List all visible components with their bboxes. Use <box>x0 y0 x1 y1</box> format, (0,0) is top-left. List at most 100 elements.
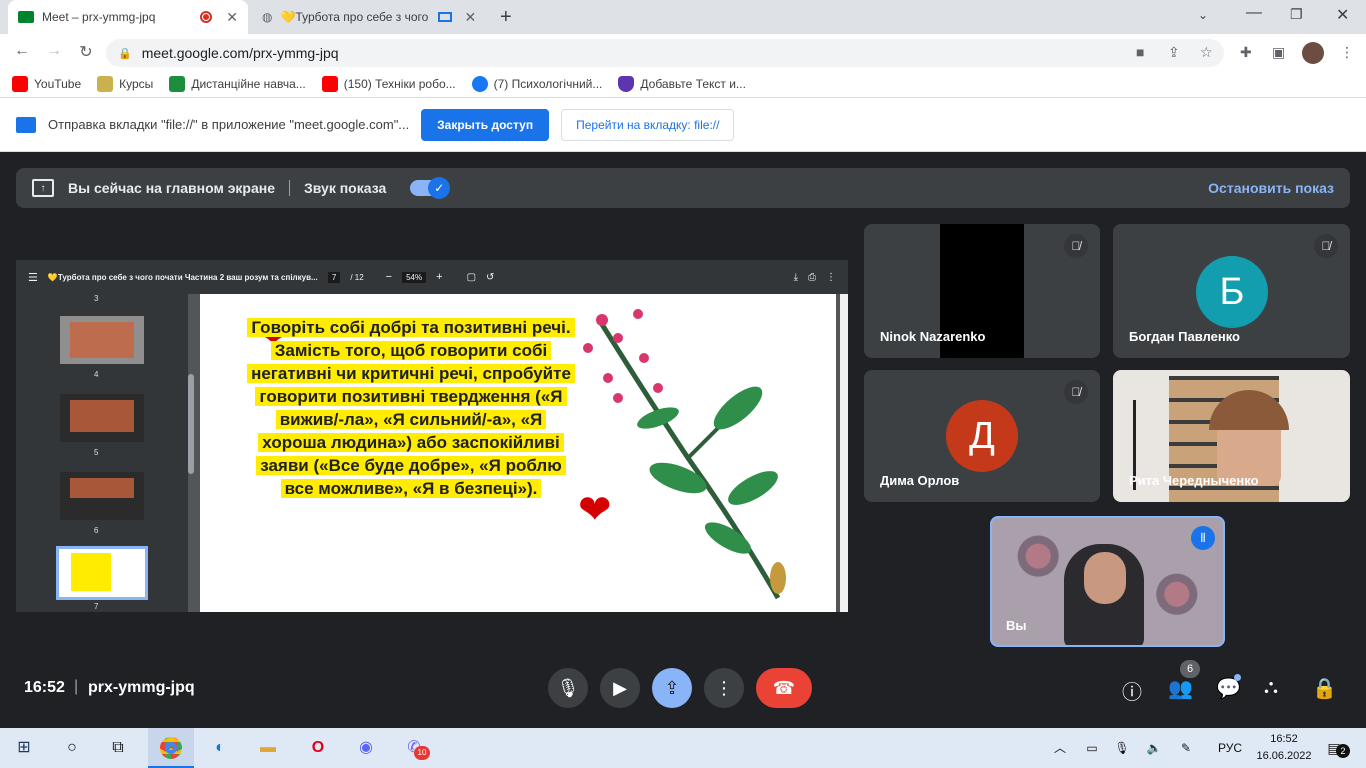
share-icon[interactable]: ⇪ <box>1168 44 1180 61</box>
zoom-in-icon[interactable]: + <box>436 271 442 283</box>
activities-icon[interactable]: ⛬ <box>1264 676 1278 699</box>
pen-icon[interactable]: ✎ <box>1174 736 1198 760</box>
check-icon: ✓ <box>428 177 451 199</box>
stop-presenting-button[interactable]: Остановить показ <box>1208 180 1334 196</box>
restore-button[interactable]: ❐ <box>1290 6 1303 23</box>
download-icon[interactable]: ⤓ <box>794 272 798 283</box>
camera-icon[interactable]: ■ <box>1136 44 1144 60</box>
bookmark-youtube[interactable]: YouTube <box>12 75 81 92</box>
present-button[interactable]: ⇪ <box>652 668 692 708</box>
participant-tile[interactable]: Рита Чередныченко <box>1113 370 1350 502</box>
share-tab-icon <box>16 116 36 133</box>
clock-time[interactable]: 16:52 <box>1264 733 1304 745</box>
extensions-icon[interactable]: ✚ <box>1240 44 1252 61</box>
minimize-button[interactable]: — <box>1246 4 1262 22</box>
volume-icon[interactable]: 🔈 <box>1142 736 1166 760</box>
profile-avatar[interactable] <box>1302 42 1324 64</box>
url-text: meet.google.com/prx-ymmg-jpq <box>141 45 339 61</box>
chrome-taskbar-button[interactable] <box>148 728 194 768</box>
pdf-page: ❤ ❤ Говоріть собі добрі та позитивні реч… <box>200 294 836 612</box>
zoom-out-icon[interactable]: − <box>386 271 392 283</box>
reload-button[interactable]: ↻ <box>76 42 96 62</box>
sound-label: Звук показа <box>304 180 387 196</box>
participant-name: Рита Чередныченко <box>1129 473 1259 488</box>
close-icon[interactable]: ✕ <box>464 9 476 26</box>
rotate-icon[interactable]: ↺ <box>486 272 494 283</box>
search-icon[interactable]: ○ <box>60 736 84 760</box>
page-scrollbar[interactable] <box>840 294 848 612</box>
tab-search-icon[interactable]: ⌄ <box>1198 8 1208 22</box>
windows-start-icon[interactable]: ⊞ <box>12 736 36 760</box>
url-field[interactable]: 🔒 meet.google.com/prx-ymmg-jpq <box>106 39 1224 67</box>
tab-title: Meet – prx-ymmg-jpq <box>42 10 156 24</box>
bookmark-classroom[interactable]: Дистанційне навча... <box>169 75 306 92</box>
tab-pdf[interactable]: ◍ 💛Турбота про себе з чого ✕ <box>252 0 490 34</box>
mic-tray-icon[interactable]: 🎙 <box>1110 736 1134 760</box>
star-icon[interactable]: ☆ <box>1200 44 1213 61</box>
presenting-status: Вы сейчас на главном экране <box>68 180 276 196</box>
bookmarks-bar: YouTube Курсы Дистанційне навча... (150)… <box>0 70 1366 98</box>
language-indicator[interactable]: РУС <box>1218 741 1242 755</box>
participant-tile[interactable]: 🎙̸ Ninok Nazarenko <box>864 224 1100 358</box>
switch-tab-button[interactable]: Перейти на вкладку: file:// <box>561 108 735 141</box>
bookmark-text[interactable]: Добавьте Текст и... <box>618 75 746 92</box>
battery-icon[interactable]: ▭ <box>1080 736 1104 760</box>
thumbnail[interactable] <box>60 316 144 364</box>
close-window-button[interactable]: ✕ <box>1336 5 1349 25</box>
pdf-title: 💛Турбота про себе з чого почати Частина … <box>47 272 318 282</box>
thumbnail[interactable] <box>60 394 144 442</box>
stop-sharing-button[interactable]: Закрыть доступ <box>421 108 550 141</box>
self-tile[interactable]: ⦀ Вы <box>990 516 1225 647</box>
new-tab-button[interactable]: + <box>500 6 512 29</box>
thumb-number: 4 <box>94 370 99 379</box>
discord-icon[interactable]: ◉ <box>354 736 378 760</box>
fit-page-icon[interactable]: ▢ <box>467 272 476 283</box>
speaking-icon: ⦀ <box>1191 526 1215 550</box>
explorer-icon[interactable]: ▬ <box>256 736 280 760</box>
zoom-value[interactable]: 54% <box>402 271 427 283</box>
bookmark-courses[interactable]: Курсы <box>97 75 153 92</box>
sidepanel-icon[interactable]: ▣ <box>1272 44 1285 61</box>
menu-icon[interactable]: ⋮ <box>1340 44 1354 61</box>
menu-icon[interactable]: ☰ <box>28 271 38 284</box>
clock-date[interactable]: 16.06.2022 <box>1254 750 1314 762</box>
more-icon[interactable]: ⋮ <box>826 272 836 283</box>
info-icon[interactable]: ⓘ <box>1122 676 1142 705</box>
meeting-code: prx-ymmg-jpq <box>88 679 195 696</box>
leave-call-button[interactable]: ☎ <box>756 668 812 708</box>
edge-icon[interactable]: ◐ <box>208 736 232 760</box>
people-icon[interactable]: 👥 <box>1168 676 1193 701</box>
participant-name: Богдан Павленко <box>1129 329 1240 344</box>
participant-tile[interactable]: Б 🎙̸ Богдан Павленко <box>1113 224 1350 358</box>
notification-count: 2 <box>1336 744 1350 758</box>
thumbnail-current[interactable] <box>56 546 148 600</box>
video-feed <box>1084 552 1126 604</box>
opera-icon[interactable]: O <box>306 736 330 760</box>
tray-chevron-icon[interactable]: ︿ <box>1048 736 1072 760</box>
task-view-icon[interactable]: ⧉ <box>106 736 130 760</box>
sound-toggle[interactable]: ✓ <box>410 177 451 199</box>
page-input[interactable]: 7 <box>327 271 341 283</box>
thumbnail[interactable] <box>60 472 144 520</box>
mic-button[interactable]: 🎙 <box>548 668 588 708</box>
participant-name: Вы <box>1006 618 1027 633</box>
bookmark-techniques[interactable]: (150) Техніки робо... <box>321 75 456 92</box>
participant-tile[interactable]: Д 🎙̸ Дима Орлов <box>864 370 1100 502</box>
avatar: Б <box>1196 256 1268 328</box>
mic-off-icon: 🎙̸ <box>1064 380 1088 404</box>
sharing-message: Отправка вкладки "file://" в приложение … <box>48 117 410 132</box>
camera-button[interactable]: ▶ <box>600 668 640 708</box>
classroom-icon <box>169 75 186 92</box>
tab-meet[interactable]: Meet – prx-ymmg-jpq ✕ <box>8 0 248 34</box>
presenting-bar: ↑ Вы сейчас на главном экране Звук показ… <box>16 168 1350 208</box>
forward-button[interactable]: → <box>44 42 64 60</box>
back-button[interactable]: ← <box>12 42 32 60</box>
bookmark-psych[interactable]: (7) Психологічний... <box>471 75 602 92</box>
close-icon[interactable]: ✕ <box>226 9 238 26</box>
sidebar-scrollbar[interactable] <box>188 374 194 474</box>
meeting-time: 16:52 <box>24 679 65 696</box>
more-options-button[interactable]: ⋮ <box>704 668 744 708</box>
host-controls-icon[interactable]: 🔒 <box>1312 676 1337 701</box>
print-icon[interactable]: ⎙ <box>808 272 816 283</box>
present-icon: ↑ <box>32 179 54 197</box>
